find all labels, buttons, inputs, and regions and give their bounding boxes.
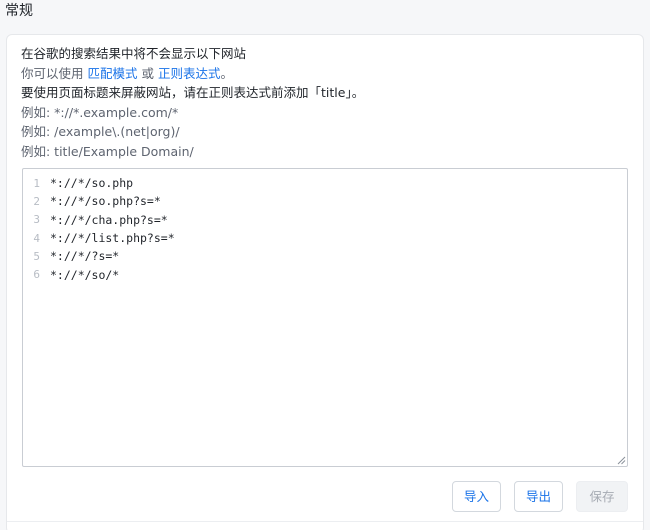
example-3: 例如: title/Example Domain/: [21, 143, 194, 159]
description-line-2: 你可以使用 匹配模式 或 正则表达式。: [21, 64, 631, 84]
code-text[interactable]: *://*/list.php?s=*: [50, 231, 175, 245]
code-line: 3 *://*/cha.php?s=*: [23, 211, 627, 229]
save-button[interactable]: 保存: [576, 481, 628, 512]
export-button[interactable]: 导出: [514, 481, 563, 512]
line-number: 6: [33, 268, 40, 282]
code-line: 4 *://*/list.php?s=*: [23, 229, 627, 247]
line-number: 4: [33, 231, 40, 245]
blocklist-editor[interactable]: 1 *://*/so.php 2 *://*/so.php?s=* 3 *://…: [22, 168, 628, 467]
line-number: 1: [33, 176, 40, 190]
code-text[interactable]: *://*/?s=*: [50, 249, 119, 263]
code-text[interactable]: *://*/so.php: [50, 176, 133, 190]
description-line-3: 要使用页面标题来屏蔽网站，请在正则表达式前添加「title」。: [21, 85, 365, 100]
line-number: 5: [33, 249, 40, 263]
footer-divider: [7, 521, 643, 522]
resize-grip-icon[interactable]: [617, 456, 626, 465]
blocklist-card: 在谷歌的搜索结果中将不会显示以下网站 你可以使用 匹配模式 或 正则表达式。 要…: [6, 34, 644, 530]
description-line-1: 在谷歌的搜索结果中将不会显示以下网站: [21, 46, 247, 61]
code-text[interactable]: *://*/cha.php?s=*: [50, 213, 168, 227]
description-line-2-mid: 或: [137, 65, 158, 81]
code-line: 5 *://*/?s=*: [23, 247, 627, 265]
description-line-2-suffix: 。: [220, 65, 233, 81]
code-line: 1 *://*/so.php: [23, 174, 627, 192]
code-line: 2 *://*/so.php?s=*: [23, 192, 627, 210]
settings-page: 常规 在谷歌的搜索结果中将不会显示以下网站 你可以使用 匹配模式 或 正则表达式…: [0, 0, 650, 530]
line-number: 3: [33, 213, 40, 227]
editor-lines: 1 *://*/so.php 2 *://*/so.php?s=* 3 *://…: [23, 174, 627, 284]
example-1: 例如: *://*.example.com/*: [21, 104, 179, 120]
line-number: 2: [33, 194, 40, 208]
section-title: 常规: [5, 3, 33, 19]
code-text[interactable]: *://*/so/*: [50, 268, 119, 282]
import-button[interactable]: 导入: [452, 481, 501, 512]
regex-link[interactable]: 正则表达式: [158, 66, 221, 81]
match-pattern-link[interactable]: 匹配模式: [87, 66, 137, 81]
code-text[interactable]: *://*/so.php?s=*: [50, 194, 161, 208]
description: 在谷歌的搜索结果中将不会显示以下网站 你可以使用 匹配模式 或 正则表达式。 要…: [21, 44, 631, 161]
description-line-2-prefix: 你可以使用: [21, 65, 88, 81]
code-line: 6 *://*/so/*: [23, 265, 627, 283]
example-2: 例如: /example\.(net|org)/: [21, 124, 180, 139]
